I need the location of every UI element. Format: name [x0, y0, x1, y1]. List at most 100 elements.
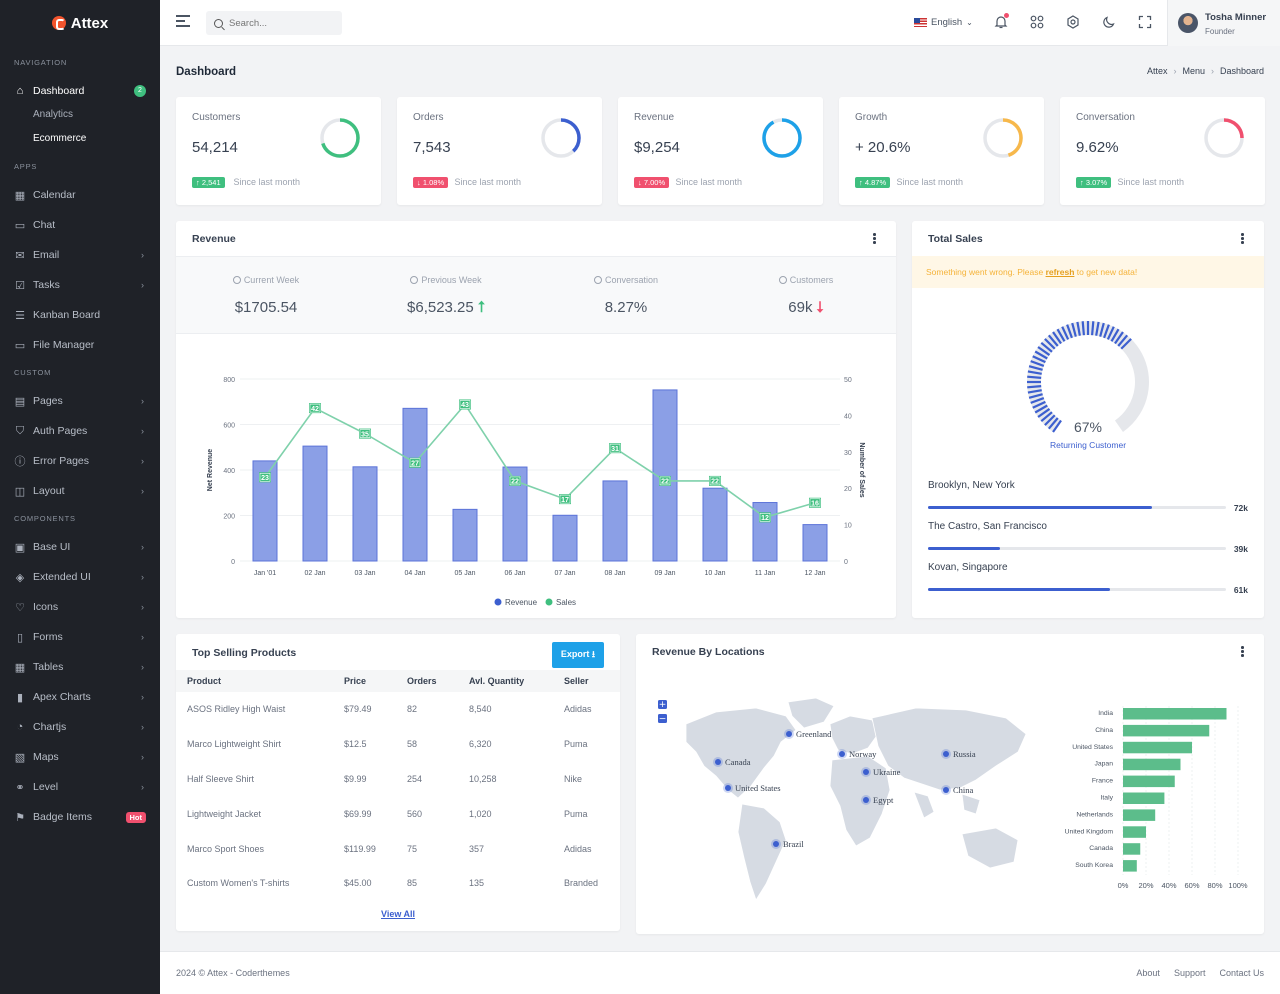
x-tick-label: 03 Jan	[354, 570, 375, 577]
alert-text: to get new data!	[1076, 267, 1138, 277]
export-button[interactable]: Export ⭳	[551, 642, 604, 668]
sidebar-item-extended-ui[interactable]: ◈ Extended UI ›	[0, 562, 160, 592]
sidebar-item-calendar[interactable]: ▦ Calendar	[0, 180, 160, 210]
table-cell: 8,540	[469, 704, 492, 715]
location-progress-fill	[928, 506, 1152, 509]
summary-value-row: $6,523.25 ⭡	[356, 299, 536, 316]
bell-icon[interactable]	[993, 13, 1009, 30]
y-tick-label: 200	[223, 514, 235, 521]
footer-link-support[interactable]: Support	[1174, 968, 1206, 978]
stat-card-orders: Orders 7,543 ↓ 1.08% Since last month	[397, 97, 602, 205]
category-label: India	[1098, 710, 1113, 717]
more-options-icon[interactable]	[1241, 233, 1244, 246]
settings-gear-icon[interactable]	[1065, 14, 1081, 30]
mail-icon: ✉	[15, 249, 25, 262]
chevron-down-icon: ⌄	[966, 18, 973, 27]
chevron-right-icon: ›	[141, 456, 144, 466]
fullscreen-icon[interactable]	[1137, 14, 1153, 30]
sidebar-item-error-pages[interactable]: ⓘ Error Pages ›	[0, 446, 160, 476]
table-cell: 357	[469, 843, 485, 854]
table-cell: 75	[407, 843, 418, 854]
apps-grid-icon[interactable]	[1029, 14, 1045, 30]
search-input[interactable]	[229, 17, 329, 29]
change-value: 7.00%	[643, 178, 666, 187]
sidebar-item-label: Chat	[33, 219, 56, 231]
language-selector[interactable]: English ⌄	[914, 17, 973, 28]
flag-icon: ⚑	[15, 811, 25, 824]
sidebar-item-apex-charts[interactable]: ▮ Apex Charts ›	[0, 682, 160, 712]
table-row[interactable]: Half Sleeve Shirt $9.99 254 10,258 Nike	[176, 762, 620, 797]
table-cell: Marco Sport Shoes	[187, 843, 265, 854]
card-title: Top Selling Products	[192, 647, 297, 659]
breadcrumb-item[interactable]: Menu	[1182, 66, 1205, 76]
sidebar-item-tables[interactable]: ▦ Tables ›	[0, 652, 160, 682]
sidebar-subitem-ecommerce[interactable]: Ecommerce	[0, 127, 160, 151]
sidebar-item-maps[interactable]: ▧ Maps ›	[0, 742, 160, 772]
footer-link-about[interactable]: About	[1136, 968, 1160, 978]
map-marker-label: Canada	[725, 757, 751, 767]
map-marker	[863, 797, 869, 803]
sidebar-item-level[interactable]: ⚭ Level ›	[0, 772, 160, 802]
sidebar-item-chartjs[interactable]: ◔ Chartjs ›	[0, 712, 160, 742]
footer-link-contact[interactable]: Contact Us	[1219, 968, 1264, 978]
sidebar-subitem-analytics[interactable]: Analytics	[0, 103, 160, 127]
more-options-icon[interactable]	[1241, 646, 1244, 659]
sidebar-item-email[interactable]: ✉ Email ›	[0, 240, 160, 270]
user-profile-menu[interactable]: Tosha Minner Founder	[1167, 0, 1280, 46]
progress-ring	[983, 118, 1023, 158]
refresh-link[interactable]: refresh	[1046, 267, 1075, 277]
table-icon: ▦	[14, 661, 26, 674]
category-label: South Korea	[1075, 862, 1113, 869]
breadcrumb-chevron-icon: ›	[1173, 66, 1177, 76]
x-tick-label: 06 Jan	[504, 570, 525, 577]
chevron-right-icon: ›	[141, 632, 144, 642]
sidebar-item-kanban-board[interactable]: ☰ Kanban Board	[0, 300, 160, 330]
sidebar-item-forms[interactable]: ▯ Forms ›	[0, 622, 160, 652]
summary-label: Customers	[716, 275, 896, 285]
sidebar-item-auth-pages[interactable]: ⛉ Auth Pages ›	[0, 416, 160, 446]
sidebar-item-icons[interactable]: ♡ Icons ›	[0, 592, 160, 622]
table-row[interactable]: Marco Sport Shoes $119.99 75 357 Adidas	[176, 831, 620, 866]
breadcrumb-item[interactable]: Attex	[1147, 66, 1168, 76]
sidebar-item-layout[interactable]: ◫ Layout ›	[0, 476, 160, 506]
x-tick-label: 10 Jan	[704, 570, 725, 577]
menu-toggle-icon[interactable]	[176, 15, 190, 29]
more-options-icon[interactable]	[873, 233, 876, 246]
gauge-tick	[1081, 321, 1085, 336]
location-bar	[1123, 860, 1137, 872]
sidebar-item-badge-items[interactable]: ⚑ Badge Items Hot	[0, 802, 160, 832]
stat-value: 54,214	[192, 139, 238, 156]
summary-label: Previous Week	[356, 275, 536, 285]
search-box[interactable]	[206, 11, 342, 35]
chevron-right-icon: ›	[141, 396, 144, 406]
clipboard-icon: ▯	[16, 631, 24, 644]
page-icon: ▤	[14, 395, 26, 408]
table-row[interactable]: Marco Lightweight Shirt $12.5 58 6,320 Puma	[176, 727, 620, 762]
sidebar-item-file-manager[interactable]: ▭ File Manager	[0, 330, 160, 360]
view-all-link[interactable]: View All	[381, 909, 415, 919]
sidebar-item-tasks[interactable]: ☑ Tasks ›	[0, 270, 160, 300]
footer: 2024 © Attex - Coderthemes About Support…	[160, 951, 1280, 994]
location-value: 61k	[1233, 585, 1248, 595]
since-text: Since last month	[1117, 177, 1185, 187]
sidebar-item-pages[interactable]: ▤ Pages ›	[0, 386, 160, 416]
map-marker	[773, 841, 779, 847]
sidebar-item-base-ui[interactable]: ▣ Base UI ›	[0, 532, 160, 562]
table-row[interactable]: ASOS Ridley High Waist $79.49 82 8,540 Adida…	[176, 692, 620, 727]
x-tick-label: Jan '01	[254, 570, 276, 577]
location-value: 39k	[1233, 544, 1248, 554]
sidebar-item-dashboard[interactable]: ⌂ Dashboard 2	[0, 76, 160, 106]
folder-icon: ▭	[14, 339, 26, 352]
gauge-label: Returning Customer	[1050, 440, 1126, 450]
category-label: China	[1095, 727, 1113, 734]
table-cell: Puma	[564, 808, 588, 819]
logo[interactable]: Attex	[0, 0, 160, 46]
location-bar	[1123, 843, 1141, 855]
sidebar-item-chat[interactable]: ▭ Chat	[0, 210, 160, 240]
table-row[interactable]: Custom Women's T-shirts $45.00 85 135 Brande…	[176, 866, 620, 901]
chevron-right-icon: ›	[141, 542, 144, 552]
location-bar	[1123, 792, 1165, 804]
table-row[interactable]: Lightweight Jacket $69.99 560 1,020 Puma	[176, 796, 620, 831]
moon-icon[interactable]	[1101, 14, 1117, 30]
map-marker-label: Brazil	[783, 839, 804, 849]
